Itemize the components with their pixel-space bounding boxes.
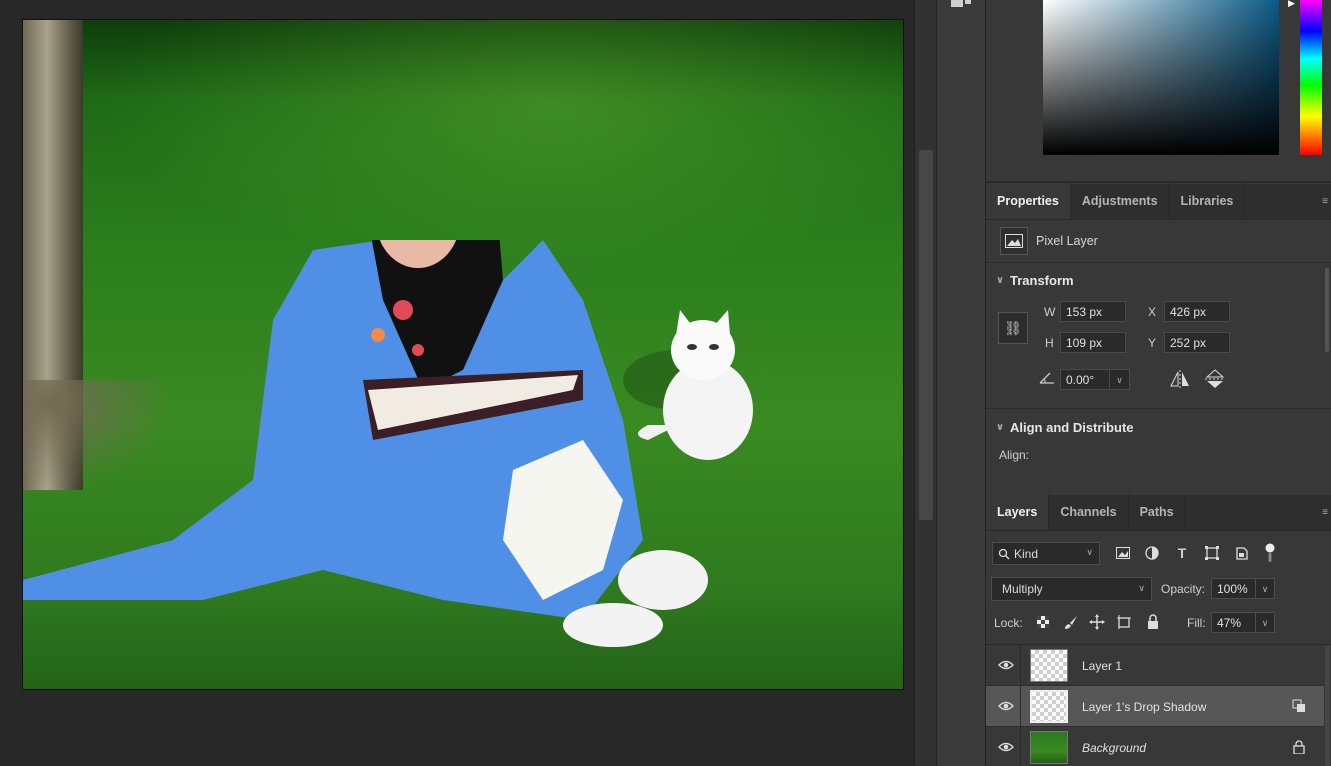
lock-row: Lock: Fill: 47% ∨ (986, 608, 1331, 638)
layers-tab-bar: Layers Channels Paths ≡ (986, 494, 1331, 531)
filter-kind-label: Kind (1014, 546, 1039, 561)
filter-toggle-icon[interactable] (1265, 543, 1275, 563)
tab-libraries[interactable]: Libraries (1170, 183, 1246, 219)
layer-thumbnail[interactable] (1030, 649, 1068, 682)
type-filter-icon[interactable]: T (1174, 545, 1190, 561)
width-label: W (1044, 305, 1056, 319)
fill-dropdown-chevron-icon[interactable]: ∨ (1256, 612, 1275, 633)
visibility-eye-icon[interactable] (998, 741, 1014, 753)
layer-name[interactable]: Layer 1 (1082, 659, 1122, 673)
blend-mode-dropdown[interactable]: Multiply ∨ (991, 577, 1152, 601)
properties-scrollbar[interactable] (1325, 268, 1329, 352)
panel-menu-icon[interactable]: ≡ (1322, 196, 1328, 207)
white-cat (623, 310, 753, 460)
tab-paths[interactable]: Paths (1129, 494, 1186, 530)
panel-dock-strip (936, 0, 986, 766)
chevron-down-icon: ∨ (996, 421, 1005, 433)
lock-icon (1293, 740, 1305, 754)
y-label: Y (1148, 336, 1157, 350)
panel-icon[interactable] (949, 0, 975, 10)
angle-icon (1039, 372, 1054, 384)
flip-vertical-icon[interactable] (1205, 368, 1225, 390)
right-panel: ▶ Properties Adjustments Libraries ≡ Pix… (986, 0, 1331, 766)
lock-artboard-icon[interactable] (1116, 614, 1132, 630)
search-icon (998, 548, 1010, 559)
height-label: H (1045, 336, 1054, 350)
layer-type-label: Pixel Layer (1036, 234, 1098, 248)
angle-field[interactable]: 0.00° (1060, 369, 1110, 390)
hue-marker-icon: ▶ (1288, 0, 1295, 8)
chevron-down-icon: ∨ (996, 274, 1005, 286)
opacity-field[interactable]: 100% (1211, 578, 1256, 599)
flip-horizontal-icon[interactable] (1169, 370, 1191, 388)
tab-channels[interactable]: Channels (1049, 494, 1129, 530)
linked-layer-icon (1292, 699, 1305, 712)
layer-row[interactable]: Layer 1's Drop Shadow (986, 686, 1324, 727)
section-divider (986, 408, 1331, 409)
row-divider (1020, 686, 1021, 727)
align-section-header[interactable]: ∨ Align and Distribute (986, 410, 1331, 444)
pixel-filter-icon[interactable] (1115, 545, 1131, 561)
link-dimensions-icon[interactable]: ⛓ (998, 312, 1028, 344)
blend-row: Multiply ∨ Opacity: 100% ∨ (986, 574, 1331, 604)
fill-field[interactable]: 47% (1211, 612, 1256, 633)
layers-scrollbar[interactable] (1325, 646, 1330, 766)
layer-thumbnail[interactable] (1030, 731, 1068, 764)
layer-name[interactable]: Background (1082, 741, 1146, 755)
chevron-down-icon: ∨ (1086, 547, 1093, 557)
row-divider (1020, 645, 1021, 686)
layer-name[interactable]: Layer 1's Drop Shadow (1082, 700, 1206, 714)
layer-row[interactable]: Background (986, 727, 1324, 766)
fill-label: Fill: (1187, 616, 1206, 630)
transform-section-header[interactable]: ∨ Transform (986, 263, 1331, 297)
lock-image-pixels-icon[interactable] (1063, 614, 1079, 630)
canvas-workspace[interactable] (0, 0, 914, 766)
pixel-layer-icon (1000, 227, 1028, 255)
canvas-vertical-scrollbar[interactable] (914, 0, 936, 766)
layer-filter-row: Kind ∨ T (986, 538, 1331, 568)
lock-transparent-pixels-icon[interactable] (1035, 614, 1051, 630)
tab-properties[interactable]: Properties (986, 183, 1071, 219)
blend-mode-value: Multiply (1002, 582, 1043, 596)
chevron-down-icon: ∨ (1138, 583, 1145, 593)
transform-title: Transform (1010, 272, 1074, 288)
lock-position-icon[interactable] (1089, 614, 1105, 630)
opacity-label: Opacity: (1161, 582, 1206, 596)
properties-tab-bar: Properties Adjustments Libraries ≡ (986, 183, 1331, 220)
hue-slider[interactable] (1300, 0, 1322, 155)
panel-menu-icon[interactable]: ≡ (1322, 507, 1328, 518)
width-field[interactable]: 153 px (1060, 301, 1126, 322)
opacity-dropdown-chevron-icon[interactable]: ∨ (1256, 578, 1275, 599)
shape-filter-icon[interactable] (1204, 545, 1220, 561)
adjustment-filter-icon[interactable] (1144, 545, 1160, 561)
tab-adjustments[interactable]: Adjustments (1071, 183, 1170, 219)
layer-thumbnail[interactable] (1030, 690, 1068, 723)
visibility-eye-icon[interactable] (998, 700, 1014, 712)
lock-label: Lock: (994, 616, 1023, 630)
scrollbar-thumb[interactable] (919, 150, 933, 520)
photoshop-window: ▶ Properties Adjustments Libraries ≡ Pix… (0, 0, 1331, 766)
layer-row[interactable]: Layer 1 (986, 645, 1324, 686)
pixel-layer-header: Pixel Layer (986, 220, 1331, 263)
x-label: X (1148, 305, 1157, 319)
angle-dropdown-chevron-icon[interactable]: ∨ (1110, 369, 1130, 390)
row-divider (1020, 727, 1021, 766)
lock-all-icon[interactable] (1145, 614, 1161, 630)
height-field[interactable]: 109 px (1060, 332, 1126, 353)
x-field[interactable]: 426 px (1164, 301, 1230, 322)
color-panel: ▶ (986, 0, 1331, 183)
color-field[interactable] (1043, 0, 1279, 155)
smart-object-filter-icon[interactable] (1234, 545, 1250, 561)
visibility-eye-icon[interactable] (998, 659, 1014, 671)
layer-list: Layer 1 Layer 1's Drop Shadow Background (986, 644, 1331, 766)
filter-kind-dropdown[interactable]: Kind ∨ (992, 542, 1100, 565)
align-title: Align and Distribute (1010, 419, 1134, 435)
y-field[interactable]: 252 px (1164, 332, 1230, 353)
document-canvas[interactable] (22, 19, 904, 690)
tab-layers[interactable]: Layers (986, 494, 1050, 530)
align-label: Align: (999, 448, 1030, 462)
